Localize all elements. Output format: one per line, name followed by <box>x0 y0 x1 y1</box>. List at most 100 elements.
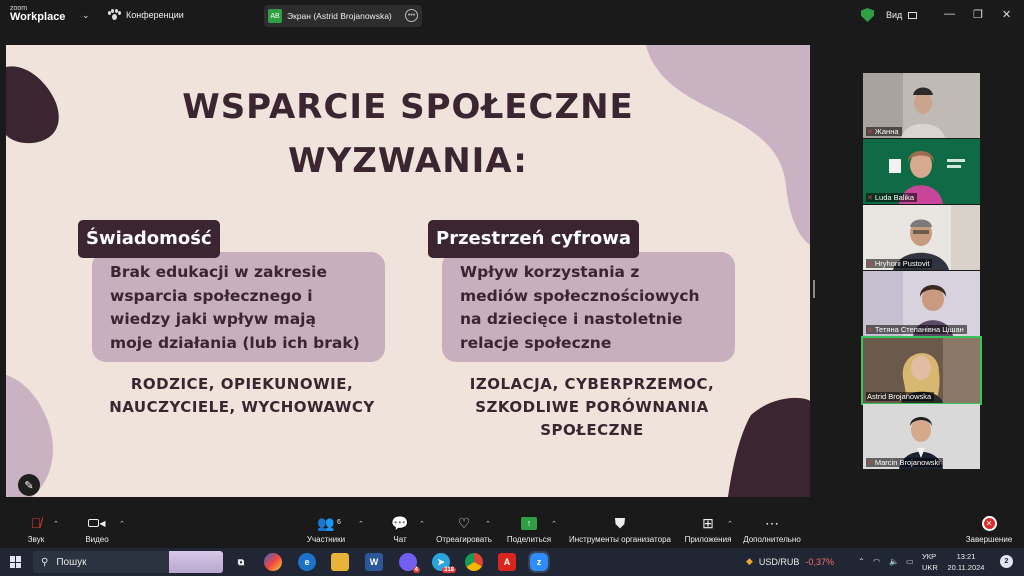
acrobat-icon[interactable]: A <box>498 553 516 571</box>
slide-title-line2: WYZWANIA: <box>288 141 528 181</box>
screen-share-tab[interactable]: AB Экран (Astrid Brojanowska) ••• <box>264 5 422 27</box>
file-explorer-icon[interactable] <box>331 553 349 571</box>
share-label: Поделиться <box>506 535 552 544</box>
word-icon[interactable]: W <box>365 553 383 571</box>
left-caps-line: NAUCZYCIELE, WYCHOWAWCY <box>109 398 375 416</box>
participants-options-caret-icon[interactable]: ⌃ <box>358 520 364 528</box>
right-caps-text: IZOLACJA, CYBERPRZEMOC, SZKODLIWE PORÓWN… <box>442 373 742 442</box>
tray-expand-icon[interactable]: ⌃ <box>858 557 865 566</box>
right-card-line: mediów społecznościowych <box>460 286 700 305</box>
people-icon: 👥 <box>317 514 335 531</box>
grid-icon <box>907 12 917 20</box>
meetings-menu-label: Конференции <box>126 10 184 20</box>
more-options-icon[interactable]: ••• <box>405 9 418 22</box>
left-card-line: wiedzy jaki wpływ mają <box>110 310 316 328</box>
search-placeholder: Пошук <box>56 556 87 568</box>
participant-name: Тетяна Степанівна Цішан <box>874 325 964 334</box>
meetings-menu[interactable]: Конференции <box>108 9 184 21</box>
mic-muted-icon: ✕ <box>867 194 873 202</box>
chat-label: Чат <box>393 535 407 544</box>
participant-tile-active-speaker[interactable]: Astrid Brojanowska <box>861 336 982 405</box>
security-shield-icon[interactable] <box>861 8 874 22</box>
video-label: Видео <box>85 535 109 544</box>
shared-slide: WSPARCIE SPOŁECZNE WYZWANIA: Brak edukac… <box>6 45 810 497</box>
viber-icon[interactable]: 4 <box>399 553 420 573</box>
left-caps-line: RODZICE, OPIEKUNOWIE, <box>130 375 354 393</box>
left-card-line: moje działania (lub ich brak) <box>110 333 360 352</box>
logo-line2: Workplace <box>10 11 66 23</box>
wifi-icon[interactable]: ◠ <box>873 557 880 566</box>
clock-time: 13:21 <box>956 552 976 561</box>
chat-options-caret-icon[interactable]: ⌃ <box>419 520 425 528</box>
panel-resize-handle[interactable] <box>813 280 815 298</box>
task-view-icon[interactable]: ⧉ <box>232 553 250 571</box>
react-options-caret-icon[interactable]: ⌃ <box>485 520 491 528</box>
slide-title-line1: WSPARCIE SPOŁECZNE <box>182 87 634 127</box>
more-label: Дополнительно <box>743 535 801 544</box>
end-label: Завершение <box>965 535 1013 544</box>
more-dots-icon: ⋯ <box>765 514 779 531</box>
more-button[interactable]: ⋯ Дополнительно <box>741 514 803 545</box>
share-options-caret-icon[interactable]: ⌃ <box>551 520 557 528</box>
windows-taskbar: ⚲ Пошук ⧉ e W 4 ➤ 318 A z ◆ USD/RUB -0,3… <box>0 548 1024 576</box>
windows-start-icon[interactable] <box>10 556 22 568</box>
mic-muted-icon: ✕ <box>867 459 873 467</box>
share-button[interactable]: ↑ Поделиться <box>505 514 553 544</box>
apps-button[interactable]: ⊞ Приложения <box>682 514 734 545</box>
close-button[interactable]: ✕ <box>1002 8 1011 21</box>
participant-name-tag: Astrid Brojanowska <box>866 392 935 401</box>
telegram-icon[interactable]: ➤ 318 <box>432 553 456 573</box>
participant-tile[interactable]: ✕ Marcin Brojanowski <box>863 404 980 469</box>
copilot-icon[interactable] <box>264 553 282 571</box>
audio-label: Звук <box>27 535 45 544</box>
chrome-icon[interactable] <box>465 553 483 571</box>
lang-line2: UKR <box>922 563 938 572</box>
share-screen-icon: ↑ <box>505 514 553 532</box>
right-card: Wpływ korzystania z mediów społecznościo… <box>442 252 735 362</box>
audio-options-caret-icon[interactable]: ⌃ <box>53 520 59 528</box>
participant-tile[interactable]: ✕ Hryhorii Pustovit <box>863 205 980 270</box>
apps-options-caret-icon[interactable]: ⌃ <box>727 520 733 528</box>
video-button[interactable]: ◀ Видео <box>82 514 112 545</box>
audio-button[interactable]: 🎙̸ Звук <box>22 514 50 544</box>
presenter-avatar: AB <box>268 9 282 23</box>
viber-badge: 4 <box>412 567 420 573</box>
end-call-icon: ✕ <box>963 514 1015 532</box>
right-caps-line: SZKODLIWE PORÓWNANIA <box>475 398 709 416</box>
participant-name: Luda Balika <box>874 193 915 202</box>
participant-name: Жанна <box>874 127 899 136</box>
annotate-pencil-icon[interactable]: ✎ <box>18 474 40 496</box>
view-button[interactable]: Вид <box>886 10 917 20</box>
notification-badge[interactable]: 2 <box>1000 555 1013 568</box>
participants-button[interactable]: 👥 Участники <box>303 514 349 545</box>
participant-name-tag: ✕ Luda Balika <box>866 193 918 202</box>
edge-icon[interactable]: e <box>298 553 316 571</box>
end-meeting-button[interactable]: ✕ Завершение <box>963 514 1015 544</box>
chevron-down-icon[interactable]: ⌄ <box>82 10 90 21</box>
participant-name: Hryhorii Pustovit <box>874 259 930 268</box>
zoom-taskbar-icon[interactable]: z <box>528 551 550 573</box>
view-label: Вид <box>886 10 903 20</box>
taskbar-search[interactable]: ⚲ Пошук <box>33 551 223 573</box>
paw-icon <box>108 9 121 21</box>
battery-icon[interactable]: ▭ <box>906 557 914 566</box>
minimize-button[interactable]: — <box>944 8 955 20</box>
volume-icon[interactable]: 🔈 <box>889 557 899 566</box>
search-highlight-image <box>169 551 223 573</box>
left-card-line: wsparcia społecznego i <box>110 286 313 305</box>
camera-icon: ◀ <box>82 514 112 532</box>
host-tools-button[interactable]: ⛊ Инструменты организатора <box>566 514 674 545</box>
currency-widget[interactable]: ◆ USD/RUB -0,37% <box>746 556 834 567</box>
input-language[interactable]: УКР UKR <box>922 551 938 573</box>
system-clock[interactable]: 13:21 20.11.2024 <box>945 551 987 573</box>
react-button[interactable]: ♡ Отреагировать <box>434 514 494 545</box>
video-options-caret-icon[interactable]: ⌃ <box>119 520 125 528</box>
participant-tile[interactable]: ✕ Жанна <box>863 73 980 138</box>
restore-button[interactable]: ❐ <box>973 8 983 21</box>
participants-count-badge: 6 <box>337 519 341 526</box>
meeting-toolbar: 🎙̸ Звук ⌃ ◀ Видео ⌃ 👥 Участники 6 ⌃ 💬 Ча… <box>0 510 1024 548</box>
participant-tile[interactable]: ✕ Тетяна Степанівна Цішан <box>863 271 980 336</box>
chat-button[interactable]: 💬 Чат <box>389 514 411 545</box>
participant-tile[interactable]: ✕ Luda Balika <box>863 139 980 204</box>
search-icon: ⚲ <box>41 556 49 568</box>
